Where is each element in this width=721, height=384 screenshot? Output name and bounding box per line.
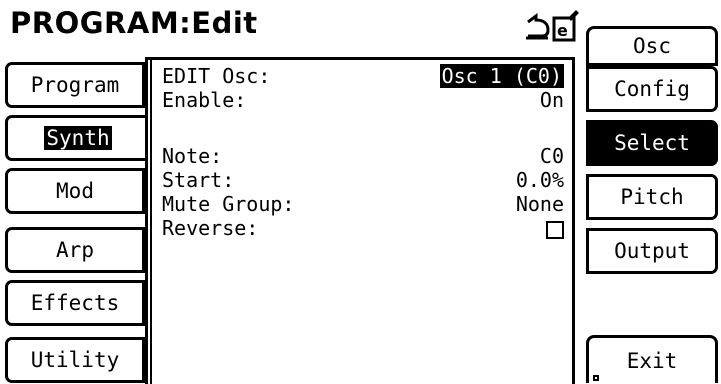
tab-program[interactable]: Program: [5, 62, 145, 108]
tab-mod-label: Mod: [56, 179, 94, 203]
start-label: Start:: [162, 168, 235, 192]
param-mute-group[interactable]: Mute Group: None: [162, 192, 564, 216]
tab-select[interactable]: Select: [586, 120, 718, 166]
edit-panel: EDIT Osc: Osc 1 (C0) Enable: On Note: C0…: [145, 57, 575, 384]
tab-arp-label: Arp: [56, 238, 94, 262]
param-reverse[interactable]: Reverse:: [162, 216, 564, 240]
tab-config-label: Config: [614, 77, 690, 101]
note-label: Note:: [162, 144, 223, 168]
param-note[interactable]: Note: C0: [162, 144, 564, 168]
tab-mod[interactable]: Mod: [5, 168, 145, 214]
mute-group-label: Mute Group:: [162, 192, 295, 216]
tab-output-label: Output: [614, 239, 690, 263]
tab-utility-label: Utility: [30, 348, 120, 372]
start-value[interactable]: 0.0%: [516, 168, 564, 192]
page-title: PROGRAM:Edit: [10, 6, 258, 40]
reverse-label: Reverse:: [162, 216, 259, 240]
reverse-checkbox[interactable]: [546, 216, 564, 240]
mute-group-value[interactable]: None: [516, 192, 564, 216]
enable-label: Enable:: [162, 88, 247, 112]
undo-icon[interactable]: [526, 13, 550, 40]
param-start[interactable]: Start: 0.0%: [162, 168, 564, 192]
tab-arp[interactable]: Arp: [5, 227, 145, 273]
exit-marker-icon: [593, 375, 599, 381]
tab-output[interactable]: Output: [586, 228, 718, 274]
enable-value[interactable]: On: [540, 88, 564, 112]
tab-select-label: Select: [614, 131, 690, 155]
tab-osc[interactable]: Osc: [586, 26, 718, 66]
tab-config[interactable]: Config: [586, 66, 718, 112]
tab-program-label: Program: [30, 73, 120, 97]
tab-pitch[interactable]: Pitch: [586, 174, 718, 220]
tab-synth[interactable]: Synth: [5, 115, 148, 161]
edit-osc-value[interactable]: Osc 1 (C0): [439, 64, 564, 88]
tab-pitch-label: Pitch: [620, 185, 684, 209]
header-icons: e: [526, 10, 579, 42]
tab-exit[interactable]: Exit: [586, 335, 718, 383]
tab-utility[interactable]: Utility: [5, 337, 145, 383]
edit-document-icon[interactable]: e: [552, 10, 579, 42]
tab-exit-label: Exit: [626, 348, 678, 373]
param-edit-osc[interactable]: EDIT Osc: Osc 1 (C0): [162, 64, 564, 88]
tab-effects-label: Effects: [30, 291, 120, 315]
note-value[interactable]: C0: [540, 144, 564, 168]
edit-osc-label: EDIT Osc:: [162, 64, 271, 88]
tab-synth-label: Synth: [44, 126, 112, 150]
tab-effects[interactable]: Effects: [5, 280, 145, 326]
tab-osc-label: Osc: [633, 34, 671, 58]
param-enable[interactable]: Enable: On: [162, 88, 564, 112]
svg-text:e: e: [557, 21, 568, 40]
